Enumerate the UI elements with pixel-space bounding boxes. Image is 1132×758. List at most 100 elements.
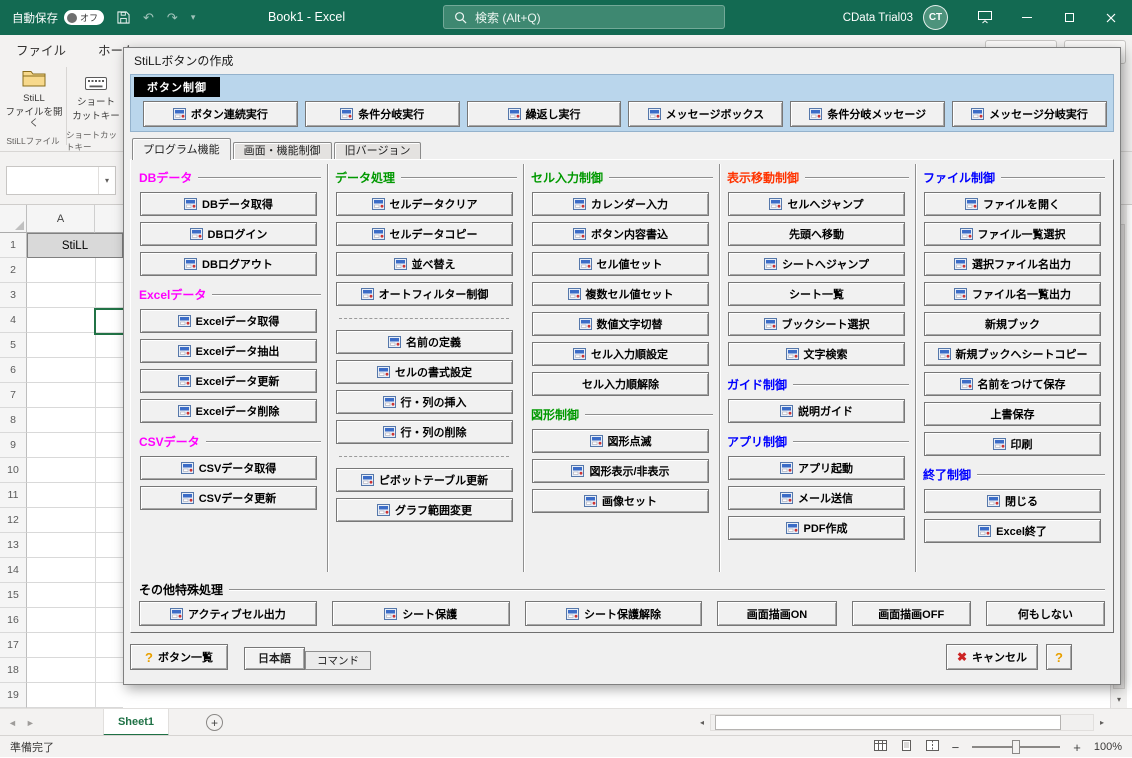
- dialog-button[interactable]: 並べ替え: [336, 252, 513, 276]
- row-header[interactable]: 16: [0, 608, 27, 633]
- dialog-tab[interactable]: 画面・機能制御: [233, 142, 332, 159]
- dialog-button[interactable]: 数値文字切替: [532, 312, 709, 336]
- autosave-control[interactable]: 自動保存 オフ: [12, 10, 104, 26]
- dialog-button[interactable]: メッセージ分岐実行: [952, 101, 1107, 127]
- dialog-button[interactable]: グラフ範囲変更: [336, 498, 513, 522]
- select-all-corner[interactable]: [0, 205, 27, 233]
- dialog-button[interactable]: Excel終了: [924, 519, 1101, 543]
- page-layout-view-icon[interactable]: [900, 740, 913, 754]
- language-tab[interactable]: 日本語: [244, 647, 305, 670]
- row-header[interactable]: 18: [0, 658, 27, 683]
- column-header-b[interactable]: [95, 205, 123, 233]
- dialog-button[interactable]: セルデータコピー: [336, 222, 513, 246]
- dialog-button[interactable]: CSVデータ取得: [140, 456, 317, 480]
- horizontal-scrollbar-thumb[interactable]: [715, 715, 1061, 730]
- account-name[interactable]: CData Trial03: [843, 12, 913, 24]
- row-header[interactable]: 1: [0, 233, 27, 258]
- dialog-button[interactable]: 説明ガイド: [728, 399, 905, 423]
- dialog-button[interactable]: 行・列の削除: [336, 420, 513, 444]
- horizontal-scrollbar[interactable]: ◂ ▸: [694, 713, 1110, 732]
- row-header[interactable]: 2: [0, 258, 27, 283]
- dialog-button[interactable]: セル入力順解除: [532, 372, 709, 396]
- add-sheet-button[interactable]: +: [206, 714, 223, 731]
- dialog-button[interactable]: 新規ブック: [924, 312, 1101, 336]
- dialog-button[interactable]: 画面描画ON: [717, 601, 836, 626]
- dialog-button[interactable]: オートフィルター制御: [336, 282, 513, 306]
- row-header[interactable]: 9: [0, 433, 27, 458]
- dialog-button[interactable]: ファイル一覧選択: [924, 222, 1101, 246]
- dialog-button[interactable]: 新規ブックへシートコピー: [924, 342, 1101, 366]
- dialog-button[interactable]: セルへジャンプ: [728, 192, 905, 216]
- ribbon-display-options-icon[interactable]: [964, 0, 1006, 35]
- zoom-slider-thumb[interactable]: [1012, 740, 1020, 754]
- dialog-button[interactable]: セルの書式設定: [336, 360, 513, 384]
- open-still-file-button[interactable]: StiLL ファイルを開く: [5, 67, 63, 131]
- row-header[interactable]: 4: [0, 308, 27, 333]
- dialog-button[interactable]: Excelデータ更新: [140, 369, 317, 393]
- redo-icon[interactable]: ↷: [167, 10, 178, 26]
- dialog-button[interactable]: DBデータ取得: [140, 192, 317, 216]
- dialog-button[interactable]: ブックシート選択: [728, 312, 905, 336]
- dialog-button[interactable]: カレンダー入力: [532, 192, 709, 216]
- row-header[interactable]: 3: [0, 283, 27, 308]
- close-button[interactable]: [1090, 0, 1132, 35]
- scroll-right-icon[interactable]: ▸: [1094, 714, 1110, 731]
- dialog-button[interactable]: シート保護解除: [525, 601, 703, 626]
- row-header[interactable]: 13: [0, 533, 27, 558]
- row-header[interactable]: 15: [0, 583, 27, 608]
- dialog-button[interactable]: 名前の定義: [336, 330, 513, 354]
- dialog-button[interactable]: 名前をつけて保存: [924, 372, 1101, 396]
- dialog-button[interactable]: アクティブセル出力: [139, 601, 317, 626]
- dialog-button[interactable]: 何もしない: [986, 601, 1105, 626]
- row-header[interactable]: 8: [0, 408, 27, 433]
- dialog-button[interactable]: 条件分岐実行: [305, 101, 460, 127]
- dialog-button[interactable]: ピボットテーブル更新: [336, 468, 513, 492]
- worksheet-cells[interactable]: StiLL: [27, 233, 123, 708]
- dialog-button[interactable]: Excelデータ抽出: [140, 339, 317, 363]
- dialog-button[interactable]: 図形表示/非表示: [532, 459, 709, 483]
- help-button[interactable]: ?: [1046, 644, 1072, 670]
- column-header-a[interactable]: A: [27, 205, 95, 233]
- toolbar-caret-icon[interactable]: ▾: [191, 12, 196, 23]
- dialog-button[interactable]: ボタン内容書込: [532, 222, 709, 246]
- dialog-button[interactable]: ボタン連続実行: [143, 101, 298, 127]
- name-box[interactable]: ▾: [6, 166, 116, 195]
- normal-view-icon[interactable]: [874, 740, 887, 754]
- dialog-button[interactable]: PDF作成: [728, 516, 905, 540]
- dialog-button[interactable]: セル値セット: [532, 252, 709, 276]
- row-header[interactable]: 5: [0, 333, 27, 358]
- horizontal-scrollbar-track[interactable]: [710, 714, 1094, 731]
- dialog-button[interactable]: DBログアウト: [140, 252, 317, 276]
- dialog-button[interactable]: Excelデータ取得: [140, 309, 317, 333]
- zoom-level[interactable]: 100%: [1094, 741, 1122, 753]
- row-header[interactable]: 14: [0, 558, 27, 583]
- dialog-button[interactable]: Excelデータ削除: [140, 399, 317, 423]
- dialog-button[interactable]: ファイル名一覧出力: [924, 282, 1101, 306]
- dialog-button[interactable]: 印刷: [924, 432, 1101, 456]
- dialog-button[interactable]: ファイルを開く: [924, 192, 1101, 216]
- dialog-button[interactable]: 条件分岐メッセージ: [790, 101, 945, 127]
- row-header[interactable]: 17: [0, 633, 27, 658]
- dialog-button[interactable]: セルデータクリア: [336, 192, 513, 216]
- dialog-button[interactable]: 文字検索: [728, 342, 905, 366]
- dialog-tab[interactable]: 旧バージョン: [334, 142, 422, 159]
- dialog-button[interactable]: シートへジャンプ: [728, 252, 905, 276]
- save-icon[interactable]: [117, 11, 130, 24]
- undo-icon[interactable]: ↶: [143, 10, 154, 26]
- dialog-button[interactable]: 画像セット: [532, 489, 709, 513]
- dialog-button[interactable]: セル入力順設定: [532, 342, 709, 366]
- sheet-nav-left-icon[interactable]: ◄: [8, 718, 17, 728]
- zoom-slider[interactable]: [972, 736, 1060, 758]
- search-input[interactable]: 検索 (Alt+Q): [443, 5, 725, 29]
- account-avatar[interactable]: CT: [923, 5, 948, 30]
- row-header[interactable]: 11: [0, 483, 27, 508]
- dialog-button[interactable]: シート保護: [332, 601, 510, 626]
- dialog-button[interactable]: 複数セル値セット: [532, 282, 709, 306]
- minimize-button[interactable]: [1006, 0, 1048, 35]
- dialog-button[interactable]: CSVデータ更新: [140, 486, 317, 510]
- dialog-button[interactable]: 図形点滅: [532, 429, 709, 453]
- scroll-down-icon[interactable]: ▾: [1111, 691, 1127, 707]
- chevron-down-icon[interactable]: ▾: [98, 167, 115, 194]
- dialog-button[interactable]: 繰返し実行: [467, 101, 622, 127]
- cancel-button[interactable]: ✖ キャンセル: [946, 644, 1038, 670]
